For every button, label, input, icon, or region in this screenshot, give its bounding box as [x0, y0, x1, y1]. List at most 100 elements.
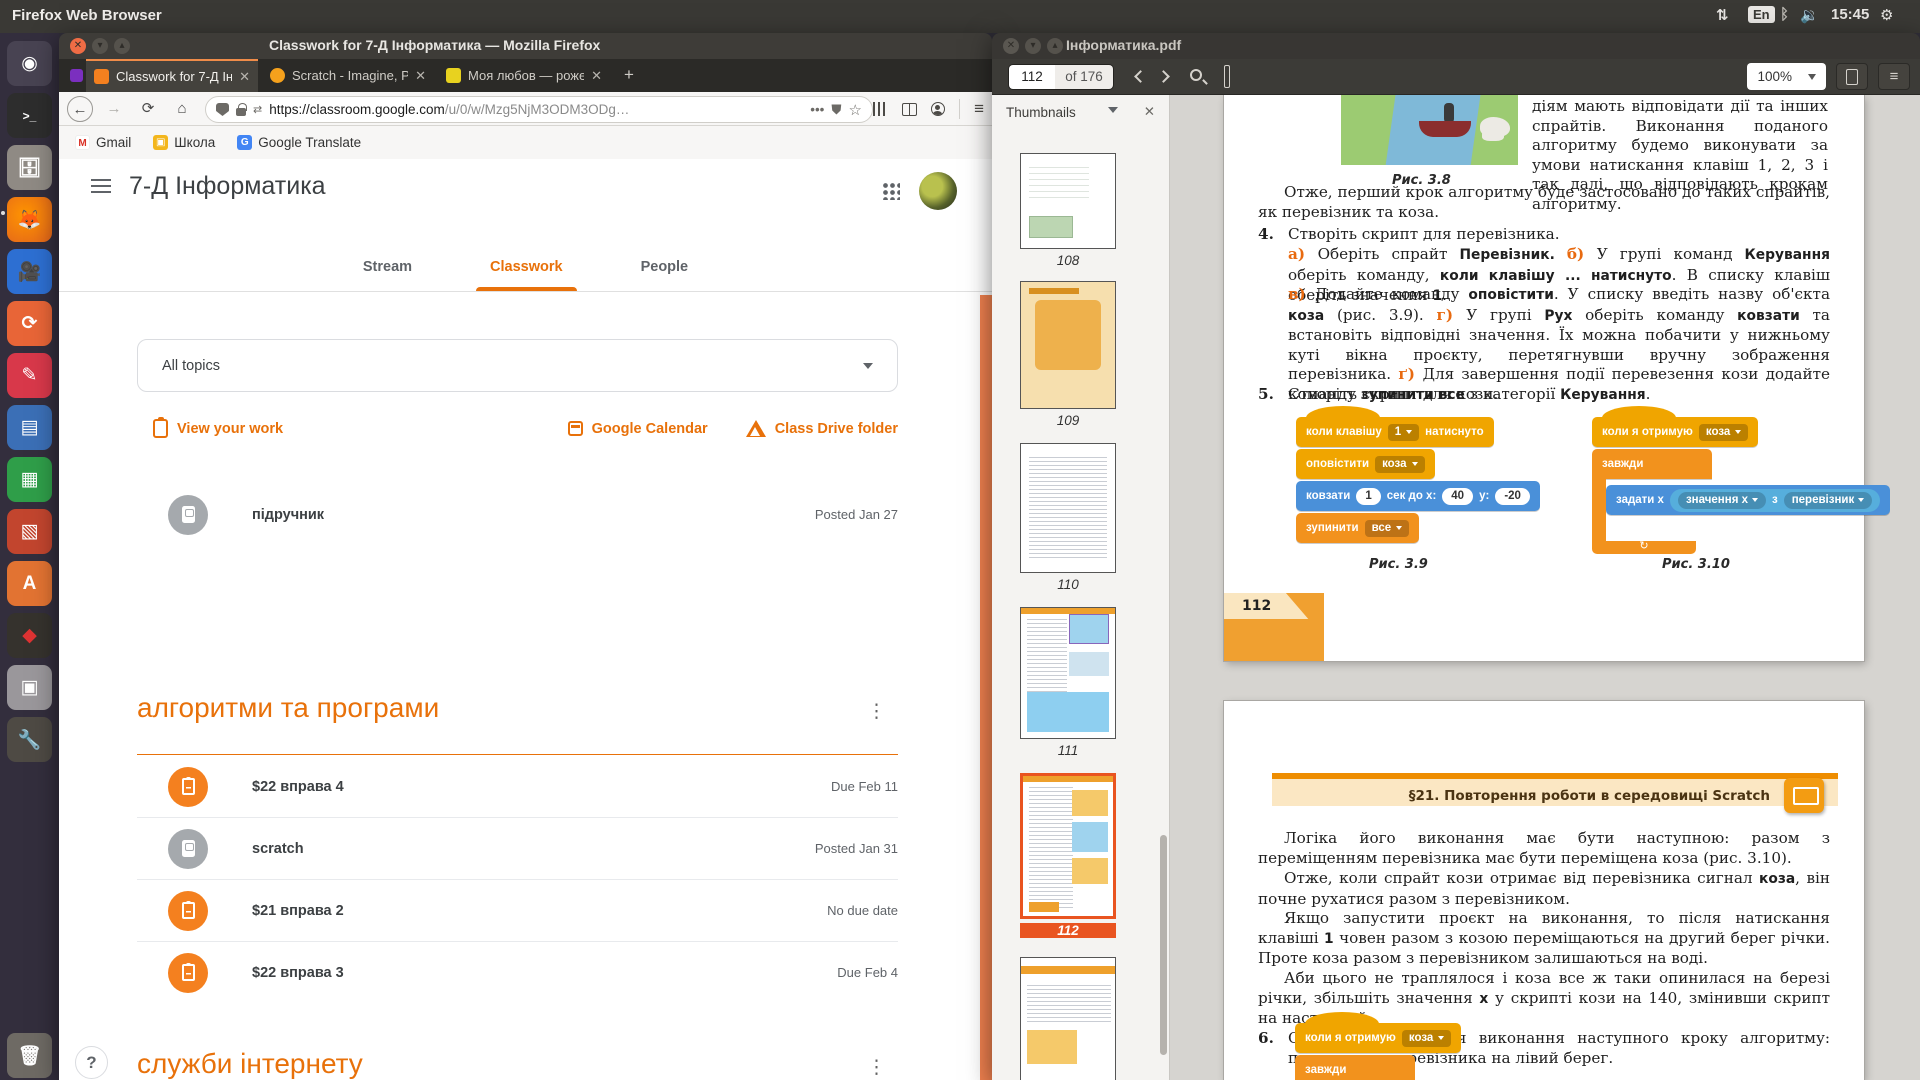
user-avatar[interactable]: [919, 172, 957, 210]
tracking-shield-icon[interactable]: [216, 103, 229, 116]
dock-camera-app-icon[interactable]: 🎥: [7, 249, 52, 294]
dock-tweaks-icon[interactable]: 🔧: [7, 717, 52, 762]
reload-button[interactable]: ⟳: [135, 96, 161, 122]
lock-icon[interactable]: [236, 108, 246, 116]
zoom-dropdown[interactable]: 100%: [1747, 63, 1826, 90]
firefox-titlebar[interactable]: ✕ ▾ ▴ Classwork for 7-Д Інформатика — Mo…: [59, 33, 992, 59]
list-item-material[interactable]: scratch Posted Jan 31: [137, 818, 898, 879]
bookmark-star-icon[interactable]: ☆: [849, 101, 862, 119]
topic-menu-icon[interactable]: ⋮: [867, 1056, 886, 1079]
topic-menu-icon[interactable]: ⋮: [867, 700, 886, 723]
sidebar-close-icon[interactable]: ✕: [1144, 104, 1155, 120]
page-actions-icon[interactable]: •••: [810, 102, 824, 117]
dock-software-center-icon[interactable]: A: [7, 561, 52, 606]
sidebar-toggle-icon[interactable]: [902, 103, 917, 116]
menu-hamburger-icon[interactable]: ≡: [974, 99, 984, 119]
dock-impress-icon[interactable]: ▧: [7, 509, 52, 554]
dock-ubuntu-dash-icon[interactable]: ◉: [7, 41, 52, 86]
topic-header-internet-services: служби інтернету ⋮: [137, 1048, 898, 1080]
help-button[interactable]: ?: [75, 1046, 108, 1079]
new-tab-button[interactable]: +: [624, 65, 634, 85]
google-apps-grid-icon[interactable]: [882, 182, 900, 200]
forward-button[interactable]: →: [101, 96, 127, 122]
thumbnail-page-113[interactable]: [1020, 957, 1116, 1080]
tab-stream[interactable]: Stream: [357, 245, 418, 291]
topics-filter-dropdown[interactable]: All topics: [137, 339, 898, 392]
thumbnail-page-111[interactable]: [1020, 607, 1116, 739]
minimize-button[interactable]: ▾: [92, 38, 108, 54]
close-button[interactable]: ✕: [1003, 38, 1019, 54]
thumbnail-page-108[interactable]: [1020, 153, 1116, 249]
tab-classwork[interactable]: Classwork for 7-Д Інфор ✕: [86, 59, 258, 92]
page-view-button[interactable]: [1224, 68, 1230, 85]
maximize-button[interactable]: ▴: [1047, 38, 1063, 54]
network-icon[interactable]: ⇅: [1716, 6, 1729, 24]
dock-firefox-icon[interactable]: 🦊: [7, 197, 52, 242]
bookmark-google-translate[interactable]: GGoogle Translate: [237, 135, 361, 150]
bookmark-shkola[interactable]: ▣Школа: [153, 135, 215, 150]
search-button[interactable]: [1190, 68, 1202, 85]
tab-scratch[interactable]: Scratch - Imagine, Progr ✕: [262, 59, 434, 92]
tab-people[interactable]: People: [635, 245, 695, 291]
list-item-pidruchnyk[interactable]: підручник Posted Jan 27: [137, 484, 898, 545]
scratch-when-receive-block: коли я отримую коза: [1295, 1023, 1461, 1053]
dock-writer-icon[interactable]: ▤: [7, 405, 52, 450]
clock[interactable]: 15:45: [1831, 6, 1869, 23]
thumbnail-page-109[interactable]: [1020, 281, 1116, 409]
dock-calc-icon[interactable]: ▦: [7, 457, 52, 502]
maximize-button[interactable]: ▴: [114, 38, 130, 54]
volume-icon[interactable]: 🔉: [1800, 6, 1819, 24]
tab-classwork[interactable]: Classwork: [484, 245, 569, 291]
classroom-header: 7-Д Інформатика: [59, 159, 992, 219]
url-bar[interactable]: ⇄ https://classroom.google.com/u/0/w/Mzg…: [205, 96, 873, 123]
pdf-titlebar[interactable]: ✕ ▾ ▴ Інформатика.pdf: [992, 33, 1920, 59]
google-calendar-link[interactable]: Google Calendar: [568, 421, 708, 437]
dock-graphics-tool-icon[interactable]: ◆: [7, 613, 52, 658]
list-item-assignment[interactable]: $22 вправа 3 Due Feb 4: [137, 942, 898, 1003]
minimize-button[interactable]: ▾: [1025, 38, 1041, 54]
pdf-view-area[interactable]: Рис. 3.8 діям мають відповідати дії та і…: [1170, 95, 1920, 1080]
previous-page-button[interactable]: [1136, 68, 1145, 85]
dock-media-app-icon[interactable]: ✎: [7, 353, 52, 398]
bookmark-gmail[interactable]: MGmail: [75, 135, 131, 150]
keyboard-layout-indicator[interactable]: En: [1748, 6, 1775, 23]
scratch-when-key-block: коли клавішу 1 натиснуто: [1296, 417, 1494, 447]
page-number-input[interactable]: 112: [1009, 65, 1055, 89]
library-icon[interactable]: [873, 102, 888, 116]
dock-trash-icon[interactable]: 🗑: [7, 1033, 52, 1078]
thumbnail-page-112-selected[interactable]: [1020, 773, 1116, 919]
dock-software-updater-icon[interactable]: ⟳: [7, 301, 52, 346]
sidebar-scrollbar[interactable]: [1160, 835, 1167, 1055]
tab-close-icon[interactable]: ✕: [239, 69, 250, 85]
drive-icon: [746, 420, 766, 437]
session-gear-icon[interactable]: ⚙: [1880, 6, 1893, 24]
permissions-icon[interactable]: ⇄: [253, 103, 262, 116]
home-button[interactable]: ⌂: [169, 96, 195, 122]
bookmark-label: Школа: [174, 135, 215, 150]
main-menu-hamburger-icon[interactable]: [91, 179, 111, 193]
bluetooth-icon[interactable]: ᛒ: [1780, 6, 1789, 23]
close-button[interactable]: ✕: [70, 38, 86, 54]
list-item-assignment[interactable]: $21 вправа 2 No due date: [137, 880, 898, 941]
class-drive-folder-link[interactable]: Class Drive folder: [746, 420, 898, 437]
dock-files-icon[interactable]: 🗄: [7, 145, 52, 190]
view-your-work-link[interactable]: View your work: [153, 419, 283, 438]
pocket-shield-icon[interactable]: ⛊: [831, 102, 841, 118]
tab-moya-lyubov[interactable]: Моя любов — рожевий ✕: [438, 59, 610, 92]
sidebar-dropdown-icon[interactable]: [1108, 107, 1118, 118]
annotate-button[interactable]: [1836, 63, 1868, 90]
list-item-assignment[interactable]: $22 вправа 4 Due Feb 11: [137, 756, 898, 817]
thumbnail-page-110[interactable]: [1020, 443, 1116, 573]
tab-close-icon[interactable]: ✕: [415, 68, 426, 84]
pinned-purple-icon[interactable]: [70, 69, 83, 82]
tab-close-icon[interactable]: ✕: [591, 68, 602, 84]
page-scrollbar[interactable]: [980, 295, 992, 1080]
dock-terminal-icon[interactable]: >_: [7, 93, 52, 138]
pdf-menu-button[interactable]: ≡: [1878, 63, 1910, 90]
account-icon[interactable]: [931, 102, 945, 116]
paragraph: Логіка його виконання має бути наступною…: [1258, 829, 1830, 868]
page-number-widget[interactable]: 112 of 176: [1008, 64, 1114, 90]
dock-vm-box-icon[interactable]: ▣: [7, 665, 52, 710]
back-button[interactable]: ←: [67, 96, 93, 122]
next-page-button[interactable]: [1159, 68, 1168, 85]
